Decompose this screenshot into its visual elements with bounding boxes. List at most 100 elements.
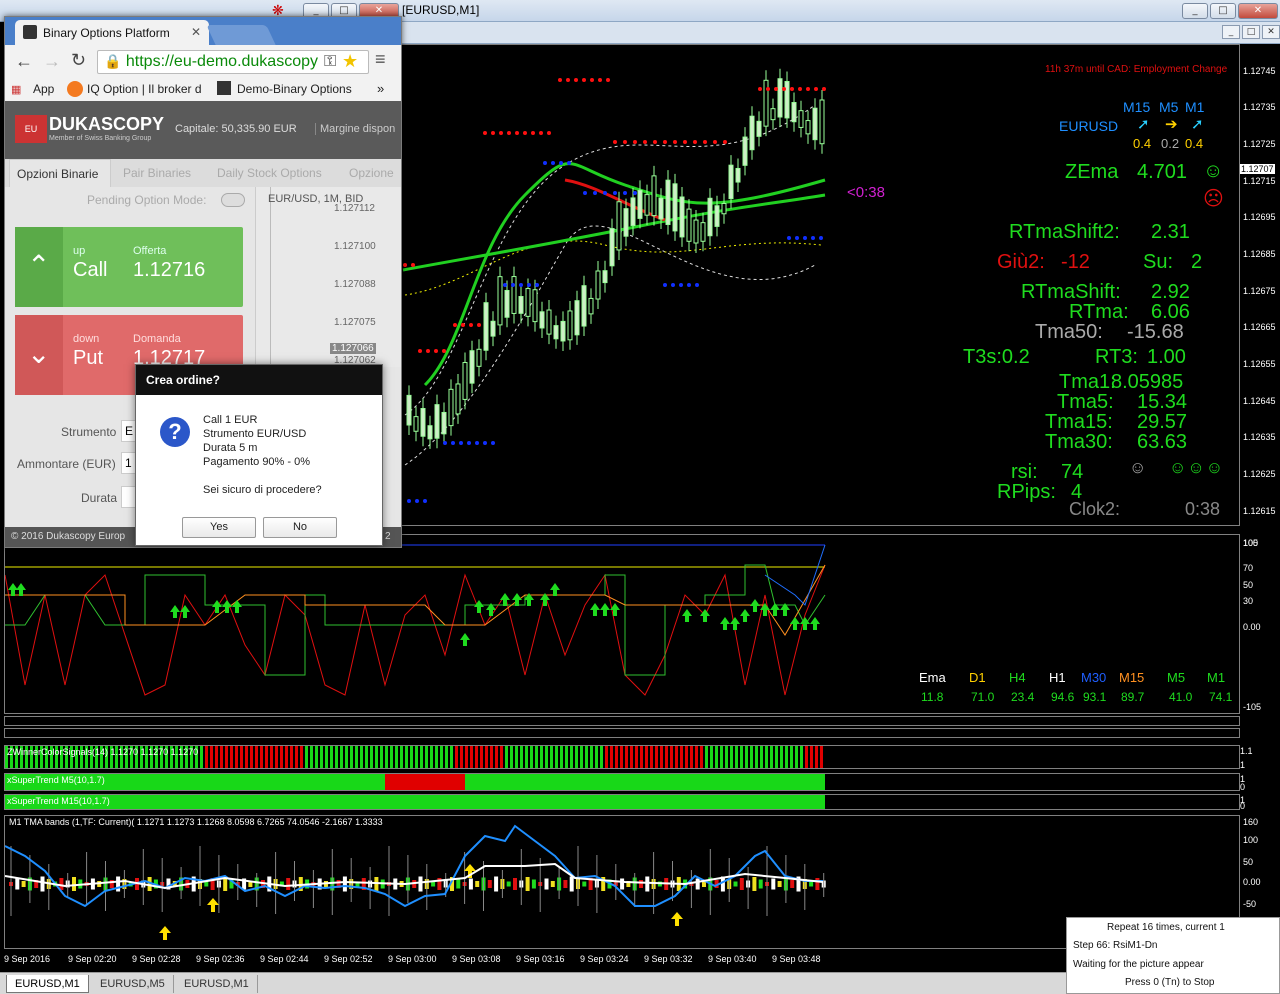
bid-label: Domanda <box>133 333 181 345</box>
call-button[interactable]: ⌃ up Call Offerta 1.12716 <box>15 227 243 307</box>
question-icon: ? <box>160 417 190 447</box>
reload-icon[interactable]: ↻ <box>71 50 86 71</box>
tab-opzioni-binarie[interactable]: Opzioni Binarie <box>9 159 111 187</box>
signal-tick: 0 <box>1240 782 1246 792</box>
bookmark-star-icon[interactable]: ★ <box>342 51 358 72</box>
field-instrument-label: Strumento <box>61 425 117 439</box>
mini-chart[interactable]: EUR/USD, 1M, BID 1.127112 1.127100 1.12708… <box>255 187 401 367</box>
browser-tab-title: Binary Options Platform <box>43 26 170 40</box>
browser-tab[interactable]: Binary Options Platform ✕ <box>15 20 209 45</box>
key-icon[interactable]: ⚿ <box>324 53 336 71</box>
oscillator-pane[interactable]: Ema 11.8 D1 71.0 H4 23.4 H1 94.6 M30 93.1 M15 89.7 M… <box>4 534 1240 714</box>
tma-histogram-bar <box>752 877 757 891</box>
yes-button[interactable]: Yes <box>182 517 256 538</box>
chart-tab-eurusd-m1[interactable]: EURUSD,M1 <box>6 975 89 993</box>
terminal-minimize-button[interactable]: _ <box>1182 3 1208 19</box>
time-label: 9 Sep 03:40 <box>708 954 757 964</box>
terminal-close-button[interactable]: ✕ <box>1238 3 1278 19</box>
signal-bar <box>355 746 358 768</box>
signal-bar <box>715 746 718 768</box>
offer-label: Offerta <box>133 245 167 257</box>
pending-mode-toggle[interactable] <box>221 193 245 207</box>
menu-icon[interactable]: ≡ <box>375 49 386 70</box>
bookmark-iq-option[interactable]: IQ Option | Il broker d <box>87 82 207 96</box>
signal-pane[interactable]: ZWinnerColorSignals(14) 1.1270 1.1270 1.… <box>4 745 1240 769</box>
signal-bar <box>755 746 758 768</box>
signal-bar <box>520 746 523 768</box>
tf-header: H1 <box>1049 670 1066 685</box>
chart-restore-button[interactable]: □ <box>1242 25 1260 39</box>
bookmarks-overflow[interactable]: » <box>377 81 384 96</box>
signal-bar <box>570 746 573 768</box>
no-button[interactable]: No <box>263 517 337 538</box>
terminal-maximize-button[interactable]: □ <box>1210 3 1236 19</box>
candle <box>630 197 636 226</box>
signal-bar <box>430 746 433 768</box>
back-icon[interactable]: ← <box>15 51 33 72</box>
signal-bar <box>300 746 303 768</box>
candle <box>560 320 566 342</box>
logo-subtitle: Member of Swiss Banking Group <box>49 135 152 142</box>
tab-daily-stock-options[interactable]: Daily Stock Options <box>217 166 322 180</box>
tab-pair-binaries[interactable]: Pair Binaries <box>123 166 191 180</box>
tf-header: M1 <box>1207 670 1226 685</box>
signal-bar <box>440 746 443 768</box>
signal-bar <box>575 746 578 768</box>
candle <box>420 408 426 437</box>
forward-icon[interactable]: → <box>43 51 61 72</box>
chart-minimize-button[interactable]: _ <box>1222 25 1240 39</box>
chart-tab-eurusd-m5[interactable]: EURUSD,M5 <box>92 975 174 993</box>
tma-histogram-bar <box>639 880 643 888</box>
tma-tick: 100 <box>1243 835 1259 845</box>
buy-arrows <box>8 583 820 646</box>
yellow-up-arrow-icon <box>207 898 219 912</box>
tma-pane[interactable]: M1 TMA bands (1,TF: Current)( 1.1271 1.1… <box>4 815 1240 949</box>
signal-bar <box>690 746 693 768</box>
tma-histogram-bar <box>809 881 814 887</box>
signal-bar <box>250 746 253 768</box>
signal-bar <box>730 746 733 768</box>
tab-close-icon[interactable]: ✕ <box>191 25 201 39</box>
new-tab-button[interactable] <box>206 25 276 45</box>
signal-bar <box>345 746 348 768</box>
signal-bar <box>815 746 818 768</box>
signal-bar <box>675 746 678 768</box>
chart-tab-eurusd-m1-second[interactable]: EURUSD,M1 <box>176 975 258 993</box>
signal-bar <box>365 746 368 768</box>
signal-bar <box>610 746 613 768</box>
mini-chart-tick: 1.127112 <box>334 203 375 214</box>
candle <box>518 296 524 314</box>
bookmark-app[interactable]: App <box>33 82 54 96</box>
chart-close-button[interactable]: ✕ <box>1262 25 1280 39</box>
signal-pane[interactable]: xSuperTrend M15(10,1.7) <box>4 794 1240 810</box>
bookmark-demo-binary[interactable]: Demo-Binary Options <box>237 82 357 96</box>
signal-bar <box>315 746 318 768</box>
tma1-value: 8.05985 <box>1111 371 1184 393</box>
signal-pane[interactable]: xSuperTrend M5(10,1.7) <box>4 773 1240 791</box>
tf-header: M15 <box>1119 670 1145 685</box>
signal-bar <box>225 746 228 768</box>
signal-bar <box>780 746 783 768</box>
signal-bar <box>810 746 813 768</box>
tma-histogram-bar <box>544 878 549 890</box>
time-label: 9 Sep 02:52 <box>324 954 373 964</box>
mini-chart-tick: 1.127075 <box>334 317 376 328</box>
signal-bar <box>280 746 283 768</box>
address-bar[interactable]: 🔒 https://eu-demo.dukascopy ⚿ ★ <box>97 50 369 74</box>
candle <box>665 179 671 226</box>
price-tick: 1.12655 <box>1243 359 1276 369</box>
tma-histogram-bar <box>468 878 473 890</box>
call-dir: up <box>73 245 86 257</box>
signal-bar <box>545 746 548 768</box>
candle <box>406 394 412 426</box>
signal-bar <box>635 746 638 768</box>
signal-pane-label: xSuperTrend M15(10,1.7) <box>7 796 110 806</box>
tab-opzione[interactable]: Opzione <box>349 166 394 180</box>
signal-bar <box>760 746 763 768</box>
candle <box>567 310 573 341</box>
candle <box>679 196 685 238</box>
price-scale[interactable]: 1.12745 1.12735 1.12725 1.12715 1.12707 1.126… <box>1240 44 1280 526</box>
candle <box>651 175 657 217</box>
tma-histogram-bar <box>72 877 76 891</box>
signal-bar <box>480 746 483 768</box>
